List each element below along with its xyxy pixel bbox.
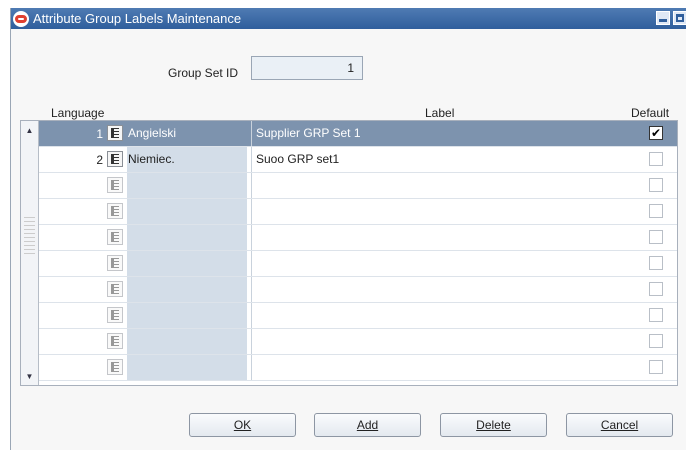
scroll-thumb[interactable] — [24, 217, 35, 257]
table-row[interactable] — [39, 355, 677, 381]
table-row[interactable] — [39, 199, 677, 225]
maximize-icon[interactable] — [673, 11, 686, 25]
language-cell[interactable] — [127, 173, 247, 198]
default-checkbox[interactable] — [649, 282, 663, 296]
language-cell[interactable] — [127, 329, 247, 354]
table-row[interactable] — [39, 329, 677, 355]
label-cell[interactable] — [251, 303, 631, 328]
table-row[interactable] — [39, 251, 677, 277]
label-cell[interactable] — [251, 355, 631, 380]
table-row[interactable] — [39, 303, 677, 329]
window-title: Attribute Group Labels Maintenance — [33, 11, 242, 26]
row-number — [39, 253, 105, 275]
row-number — [39, 305, 105, 327]
language-cell[interactable] — [127, 199, 247, 224]
list-of-values-icon[interactable] — [107, 359, 123, 375]
add-button[interactable]: Add — [314, 413, 421, 437]
default-checkbox[interactable] — [649, 204, 663, 218]
group-set-id-field: 1 — [251, 56, 363, 80]
list-of-values-icon[interactable] — [107, 333, 123, 349]
default-checkbox[interactable] — [649, 360, 663, 374]
row-number — [39, 227, 105, 249]
label-cell[interactable] — [251, 173, 631, 198]
label-cell[interactable] — [251, 251, 631, 276]
table-row[interactable]: 1 Angielski Supplier GRP Set 1 ✔ — [39, 121, 677, 147]
row-number — [39, 331, 105, 353]
minimize-icon[interactable] — [656, 11, 670, 25]
language-cell[interactable] — [127, 251, 247, 276]
default-checkbox[interactable] — [649, 334, 663, 348]
ok-button[interactable]: OK — [189, 413, 296, 437]
column-header-default: Default — [631, 106, 670, 120]
list-of-values-icon[interactable] — [107, 255, 123, 271]
language-cell[interactable] — [127, 355, 247, 380]
row-number: 2 — [96, 153, 103, 167]
oracle-logo-icon — [13, 10, 29, 27]
labels-grid: ▲ ▼ 1 Angielski Supplier GRP Set 1 ✔ 2 Niemie… — [20, 120, 678, 386]
row-number — [39, 175, 105, 197]
label-cell[interactable]: Suoo GRP set1 — [251, 147, 631, 172]
language-cell[interactable] — [127, 225, 247, 250]
list-of-values-icon[interactable] — [107, 281, 123, 297]
language-cell[interactable] — [127, 303, 247, 328]
row-number: 1 — [39, 123, 105, 145]
label-cell[interactable] — [251, 277, 631, 302]
default-checkbox[interactable] — [649, 178, 663, 192]
language-cell[interactable]: Niemiec. — [127, 147, 247, 172]
list-of-values-icon[interactable] — [107, 125, 123, 141]
list-of-values-icon[interactable] — [107, 229, 123, 245]
row-number — [39, 201, 105, 223]
table-row[interactable] — [39, 225, 677, 251]
table-row[interactable] — [39, 277, 677, 303]
table-row[interactable]: 2 Niemiec. Suoo GRP set1 — [39, 147, 677, 173]
column-header-label: Label — [425, 106, 455, 120]
delete-button[interactable]: Delete — [440, 413, 547, 437]
label-cell[interactable] — [251, 329, 631, 354]
default-checkbox[interactable]: ✔ — [649, 126, 663, 140]
label-cell[interactable] — [251, 199, 631, 224]
cancel-button[interactable]: Cancel — [566, 413, 673, 437]
default-checkbox[interactable] — [649, 152, 663, 166]
scroll-down-icon[interactable]: ▼ — [23, 369, 36, 383]
table-row[interactable] — [39, 173, 677, 199]
vertical-scrollbar[interactable]: ▲ ▼ — [21, 121, 39, 385]
label-cell[interactable]: Supplier GRP Set 1 — [251, 121, 631, 146]
title-bar[interactable]: Attribute Group Labels Maintenance — [11, 8, 686, 29]
list-of-values-icon[interactable] — [107, 307, 123, 323]
label-cell[interactable] — [251, 225, 631, 250]
list-of-values-icon[interactable] — [107, 203, 123, 219]
column-header-language: Language — [51, 106, 105, 120]
default-checkbox[interactable] — [649, 308, 663, 322]
language-cell[interactable] — [127, 277, 247, 302]
row-number — [39, 357, 105, 379]
language-cell[interactable]: Angielski — [127, 121, 247, 146]
row-number — [39, 279, 105, 301]
group-set-id-label: Group Set ID — [168, 66, 239, 80]
list-of-values-icon[interactable] — [107, 151, 123, 167]
scroll-up-icon[interactable]: ▲ — [23, 123, 36, 137]
list-of-values-icon[interactable] — [107, 177, 123, 193]
default-checkbox[interactable] — [649, 256, 663, 270]
default-checkbox[interactable] — [649, 230, 663, 244]
